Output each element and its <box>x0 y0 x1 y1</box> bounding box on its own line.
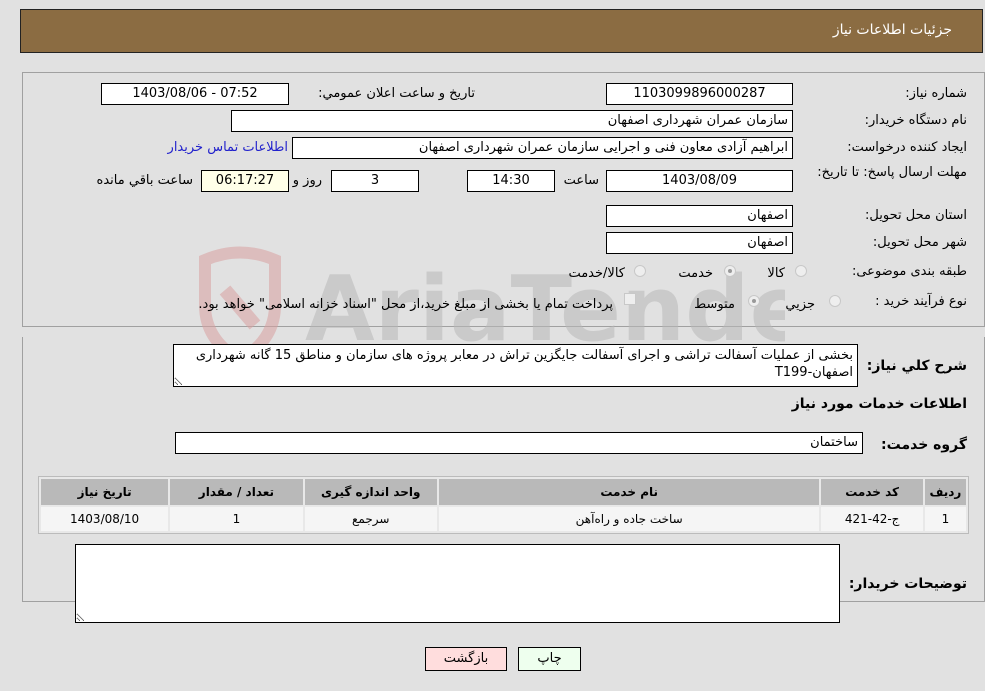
purchase-type-option-minor: جزيي <box>785 297 815 312</box>
deadline-date-field: 1403/08/09 <box>606 170 793 192</box>
need-number-label: شماره نیاز: <box>905 86 967 101</box>
city-field: اصفهان <box>606 232 793 254</box>
print-button[interactable]: چاپ <box>518 647 581 671</box>
buyer-contact-link[interactable]: اطلاعات تماس خریدار <box>168 140 288 155</box>
province-field: اصفهان <box>606 205 793 227</box>
service-group-field: ساختمان <box>175 432 863 454</box>
days-remaining-field: 3 <box>331 170 419 192</box>
category-radio-service[interactable] <box>724 265 736 277</box>
need-number-field: 1103099896000287 <box>606 83 793 105</box>
category-radio-goods[interactable] <box>795 265 807 277</box>
buyer-notes-label: توضیحات خریدار: <box>848 576 967 592</box>
purchase-type-label: نوع فرآیند خرید : <box>875 294 967 309</box>
cell-row-number: 1 <box>924 507 966 531</box>
page-header: جزئیات اطلاعات نیاز <box>20 9 983 53</box>
category-option-goods: کالا <box>767 266 785 281</box>
deadline-time-label: ساعت <box>563 173 599 188</box>
category-option-service: خدمت <box>678 266 713 281</box>
back-button[interactable]: بازگشت <box>425 647 507 671</box>
treasury-note: پرداخت تمام یا بخشی از مبلغ خرید،از محل … <box>198 297 613 312</box>
col-header-service-code: کد خدمت <box>821 479 923 505</box>
time-remaining-label: ساعت باقي مانده <box>96 173 193 188</box>
category-label: طبقه بندی موضوعی: <box>851 264 967 279</box>
cell-service-code: ج-42-421 <box>821 507 923 531</box>
province-label: استان محل تحویل: <box>865 208 967 223</box>
description-label: شرح كلي نياز: <box>866 358 967 374</box>
days-label: روز و <box>292 173 322 188</box>
table-row: 1 ج-42-421 ساخت جاده و راه‌آهن سرجمع 1 1… <box>41 507 966 531</box>
col-header-quantity: تعداد / مقدار <box>170 479 303 505</box>
service-group-label: گروه خدمت: <box>881 437 967 453</box>
city-label: شهر محل تحویل: <box>872 235 967 250</box>
table-header-row: ردیف کد خدمت نام خدمت واحد اندازه گیری ت… <box>41 479 966 505</box>
deadline-label: مهلت ارسال پاسخ: تا تاریخ: <box>817 165 967 180</box>
col-header-row-number: ردیف <box>924 479 966 505</box>
deadline-time-field: 14:30 <box>467 170 555 192</box>
category-option-goods-service: کالا/خدمت <box>568 266 625 281</box>
announce-datetime-field: 1403/08/06 - 07:52 <box>101 83 289 105</box>
requester-label: ایجاد کننده درخواست: <box>847 140 967 155</box>
cell-quantity: 1 <box>170 507 303 531</box>
services-table: ردیف کد خدمت نام خدمت واحد اندازه گیری ت… <box>38 476 969 534</box>
purchase-type-radio-medium[interactable] <box>748 295 760 307</box>
cell-need-date: 1403/08/10 <box>41 507 169 531</box>
description-textarea[interactable]: بخشی از عملیات آسفالت تراشی و اجرای آسفا… <box>173 344 858 387</box>
purchase-type-radio-minor[interactable] <box>829 295 841 307</box>
time-remaining-field: 06:17:27 <box>201 170 289 192</box>
purchase-type-option-medium: متوسط <box>694 297 735 312</box>
requester-field: ابراهیم آزادی معاون فنی و اجرایی سازمان … <box>292 137 793 159</box>
cell-service-name: ساخت جاده و راه‌آهن <box>438 507 820 531</box>
buyer-org-label: نام دستگاه خریدار: <box>864 113 967 128</box>
buyer-notes-textarea[interactable] <box>75 544 840 623</box>
buyer-org-field: سازمان عمران شهرداری اصفهان <box>231 110 793 132</box>
services-section-title: اطلاعات خدمات مورد نیاز <box>791 396 967 412</box>
col-header-need-date: تاریخ نیاز <box>41 479 169 505</box>
treasury-checkbox[interactable] <box>624 293 636 305</box>
category-radio-goods-service[interactable] <box>634 265 646 277</box>
col-header-service-name: نام خدمت <box>438 479 820 505</box>
announce-datetime-label: تاریخ و ساعت اعلان عمومي: <box>318 86 475 101</box>
cell-unit: سرجمع <box>304 507 437 531</box>
page-title: جزئیات اطلاعات نیاز <box>832 22 952 38</box>
col-header-unit: واحد اندازه گیری <box>304 479 437 505</box>
